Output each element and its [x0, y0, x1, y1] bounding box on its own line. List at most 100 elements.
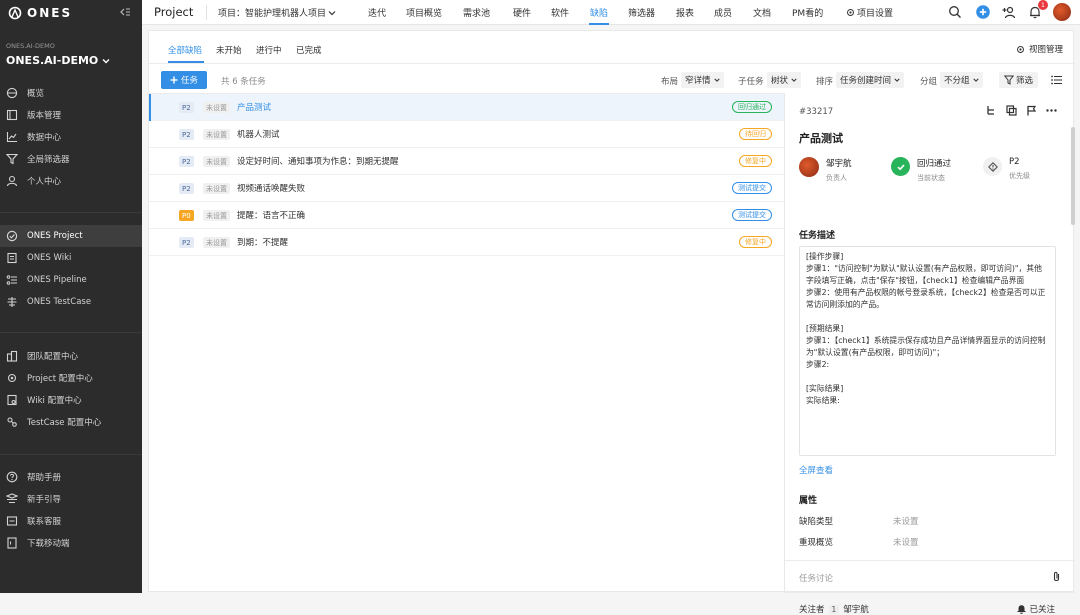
user-icon: [6, 175, 18, 187]
row-title[interactable]: 产品测试: [237, 101, 271, 113]
full-view-link[interactable]: 全屏查看: [799, 464, 833, 476]
sidebar-divider: [0, 454, 142, 455]
layout-select[interactable]: 窄详情: [681, 72, 724, 88]
sort-label: 排序: [816, 77, 834, 87]
sidebar-item-project[interactable]: ONES Project: [0, 225, 142, 247]
wiki-icon: [6, 252, 18, 264]
state-field[interactable]: 回归通过 当前状态: [891, 155, 951, 185]
notification-bell-icon[interactable]: 1: [1028, 0, 1048, 19]
followed-button[interactable]: 已关注: [1017, 603, 1055, 615]
list-view-icon[interactable]: [1047, 72, 1065, 88]
top-nav-item-10[interactable]: PM看的: [792, 6, 823, 19]
table-row[interactable]: P0 未设置 提醒：语言不正确 测试提交: [149, 202, 784, 229]
assignee-field[interactable]: 邹宇航 负责人: [799, 155, 852, 185]
invite-member-icon[interactable]: [1002, 5, 1016, 19]
top-bar: Project 项目：智能护理机器人项目 迭代 项目概览 需求池 硬件 软件 缺陷 筛选器 报…: [142, 0, 1080, 25]
subtask-select[interactable]: 树状: [767, 72, 802, 88]
filter-button[interactable]: 筛选: [999, 72, 1038, 88]
row-title[interactable]: 到期：不提醒: [237, 236, 288, 248]
top-nav-item-1[interactable]: 项目概览: [406, 6, 442, 19]
sidebar-item-version[interactable]: 版本管理: [0, 104, 142, 126]
sidebar-item-wiki[interactable]: ONES Wiki: [0, 247, 142, 269]
sidebar-item-chart[interactable]: 数据中心: [0, 126, 142, 148]
subtab-2[interactable]: 进行中: [256, 44, 282, 56]
top-nav-label: 筛选器: [628, 9, 656, 19]
user-avatar[interactable]: [1053, 3, 1071, 21]
group-select[interactable]: 不分组: [940, 72, 983, 88]
add-circle-icon[interactable]: [976, 5, 990, 19]
sidebar-item-filter[interactable]: 全局筛选器: [0, 148, 142, 170]
attribute-value[interactable]: 未设置: [893, 515, 919, 527]
status-badge[interactable]: 回归通过: [732, 101, 772, 113]
type-tag: 未设置: [203, 102, 230, 113]
top-nav-item-5[interactable]: 缺陷: [590, 6, 608, 19]
row-title[interactable]: 视频通话唤醒失败: [237, 182, 305, 194]
description-box[interactable]: [操作步骤] 步骤1："访问控制"为默认"默认设置(有产品权限，即可访问)"，其他…: [799, 246, 1056, 456]
status-badge[interactable]: 待回归: [739, 128, 772, 140]
group-value: 不分组: [944, 76, 970, 86]
sidebar-item-label: 版本管理: [27, 111, 62, 121]
top-nav-item-9[interactable]: 文档: [753, 6, 771, 19]
followers-label: 关注者: [799, 605, 825, 615]
top-nav-item-0[interactable]: 迭代: [368, 6, 386, 19]
ones-logo[interactable]: ONES: [8, 5, 72, 21]
org-switcher[interactable]: ONES.AI-DEMO: [6, 54, 110, 67]
project-switcher[interactable]: 项目：智能护理机器人项目: [218, 6, 336, 19]
sidebar-item-team-config[interactable]: 团队配置中心: [0, 345, 142, 367]
top-nav-item-4[interactable]: 软件: [551, 6, 569, 19]
sidebar-item-mobile[interactable]: 下载移动端: [0, 532, 142, 554]
priority-tag: P2: [179, 237, 194, 248]
sidebar-item-project-config[interactable]: Project 配置中心: [0, 367, 142, 389]
more-icon[interactable]: [1046, 105, 1057, 116]
status-badge[interactable]: 测试提交: [732, 209, 772, 221]
sidebar-item-testcase[interactable]: ONES TestCase: [0, 291, 142, 313]
status-badge[interactable]: 修复中: [739, 236, 772, 248]
sidebar-item-help[interactable]: 帮助手册: [0, 466, 142, 488]
search-icon[interactable]: [948, 5, 962, 19]
attachment-icon[interactable]: [1052, 571, 1061, 582]
sort-select[interactable]: 任务创建时间: [836, 72, 905, 88]
top-nav-item-6[interactable]: 筛选器: [628, 6, 655, 19]
table-row[interactable]: P2 未设置 产品测试 回归通过: [149, 94, 784, 121]
sidebar-item-wiki-config[interactable]: Wiki 配置中心: [0, 389, 142, 411]
row-title[interactable]: 设定好时间、通知事项为作息：到期无提醒: [237, 155, 399, 167]
row-title[interactable]: 提醒：语言不正确: [237, 209, 305, 221]
view-manage-button[interactable]: 视图管理: [1016, 43, 1063, 55]
priority-field[interactable]: P2 优先级: [983, 155, 1030, 185]
top-nav-item-3[interactable]: 硬件: [513, 6, 531, 19]
sidebar-item-dashboard[interactable]: 概览: [0, 82, 142, 104]
attribute-value[interactable]: 未设置: [893, 536, 919, 548]
follower-name[interactable]: 邹宇航: [843, 603, 869, 615]
logo-text: ONES: [27, 6, 73, 20]
table-row[interactable]: P2 未设置 设定好时间、通知事项为作息：到期无提醒 修复中: [149, 148, 784, 175]
top-nav-item-2[interactable]: 需求池: [463, 6, 490, 19]
sidebar-item-user[interactable]: 个人中心: [0, 170, 142, 192]
filter-icon: [1003, 75, 1014, 85]
sidebar-item-testcase-config[interactable]: TestCase 配置中心: [0, 411, 142, 433]
table-row[interactable]: P2 未设置 视频通话唤醒失败 测试提交: [149, 175, 784, 202]
row-title[interactable]: 机器人测试: [237, 128, 280, 140]
table-row[interactable]: P2 未设置 机器人测试 待回归: [149, 121, 784, 148]
discussion-input[interactable]: 任务讨论: [799, 572, 833, 584]
sidebar-item-guide[interactable]: 新手引导: [0, 488, 142, 510]
status-badge[interactable]: 测试提交: [732, 182, 772, 194]
sidebar-item-label: 团队配置中心: [27, 352, 79, 362]
sidebar-item-pipeline[interactable]: ONES Pipeline: [0, 269, 142, 291]
subtask-tree-icon[interactable]: [986, 105, 997, 116]
detail-scrollbar[interactable]: [1071, 127, 1075, 225]
add-task-button[interactable]: 任务: [161, 71, 207, 89]
top-nav-item-11[interactable]: 项目设置: [846, 6, 893, 19]
bell-icon: [1017, 605, 1026, 614]
flag-icon[interactable]: [1026, 105, 1037, 116]
subtab-1[interactable]: 未开始: [216, 44, 242, 56]
status-badge[interactable]: 修复中: [739, 155, 772, 167]
copy-icon[interactable]: [1006, 105, 1017, 116]
subtab-0[interactable]: 全部缺陷: [168, 44, 202, 56]
top-nav-item-7[interactable]: 报表: [676, 6, 694, 19]
sidebar-item-service[interactable]: 联系客服: [0, 510, 142, 532]
table-row[interactable]: P2 未设置 到期：不提醒 修复中: [149, 229, 784, 256]
subtab-3[interactable]: 已完成: [296, 44, 322, 56]
top-nav-item-8[interactable]: 成员: [714, 6, 732, 19]
priority-icon: [983, 157, 1002, 176]
collapse-sidebar-icon[interactable]: [120, 7, 130, 17]
